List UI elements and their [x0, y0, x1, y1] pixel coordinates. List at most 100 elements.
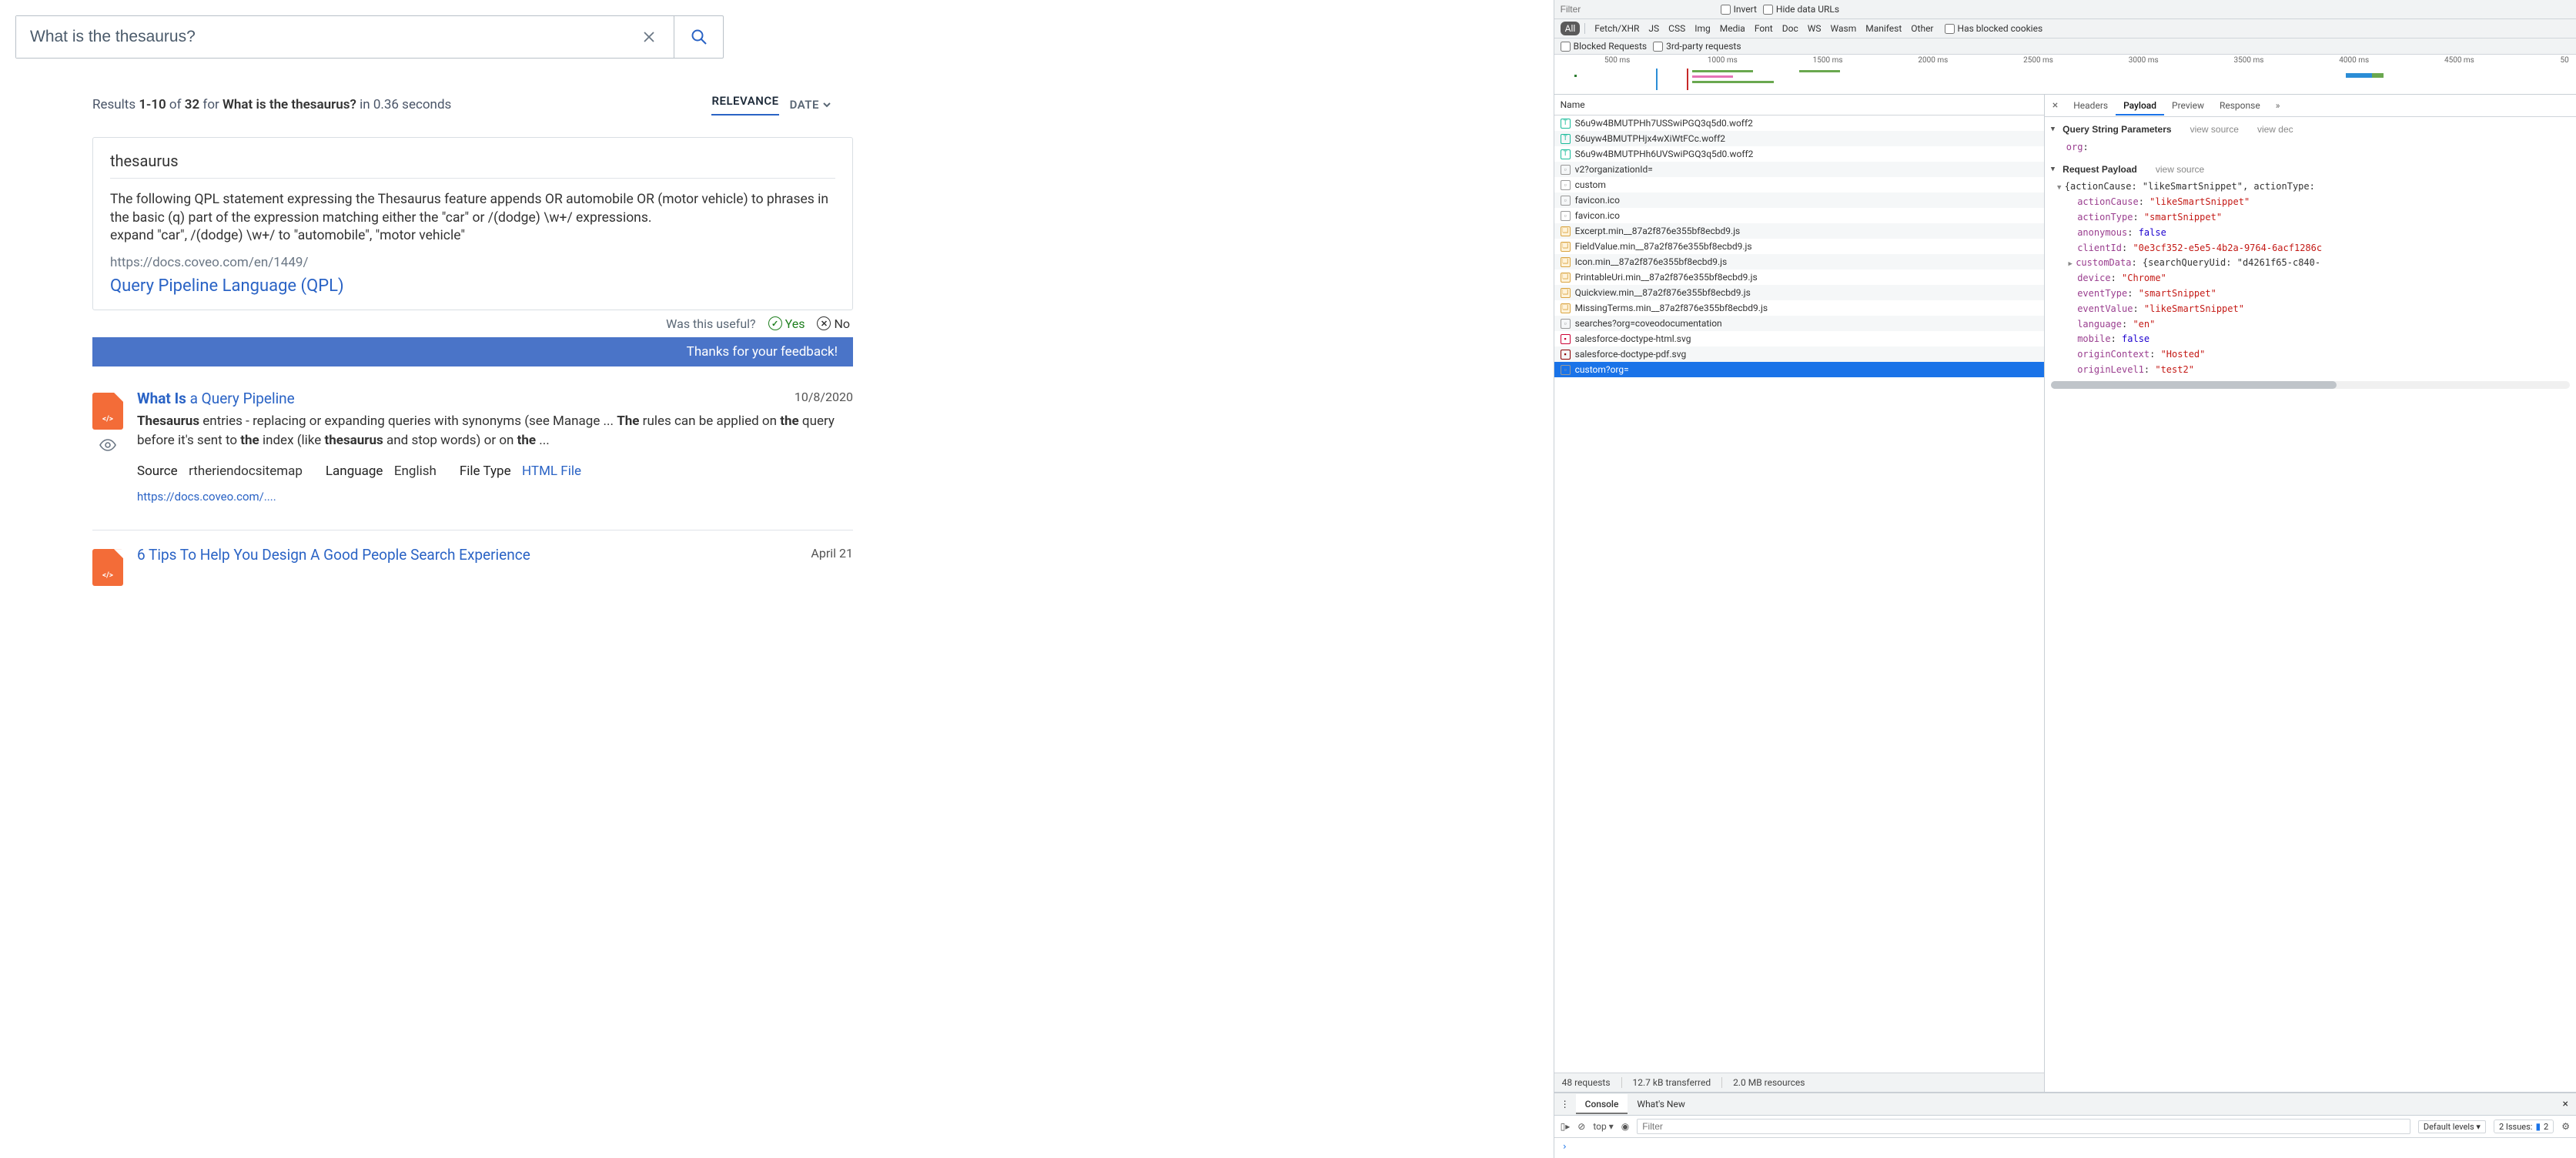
live-expression-button[interactable]: ◉ [1621, 1121, 1629, 1132]
close-detail-button[interactable]: × [2045, 95, 2066, 116]
payload-property: mobile: false [2045, 332, 2576, 347]
search-input[interactable] [16, 16, 624, 58]
feedback-yes[interactable]: ✓ Yes [768, 316, 805, 331]
hide-data-urls-checkbox[interactable]: Hide data URLs [1763, 4, 1839, 15]
request-type-icon: ▫ [1561, 165, 1571, 175]
request-row[interactable]: ▫custom?org= [1554, 362, 2044, 377]
console-filter-input[interactable] [1637, 1119, 2410, 1134]
detail-tab-response[interactable]: Response [2212, 95, 2268, 115]
horizontal-scrollbar[interactable] [2051, 381, 2570, 389]
request-row[interactable]: ▫searches?org=coveodocumentation [1554, 316, 2044, 331]
request-row[interactable]: TS6u9w4BMUTPHh7USSwiPGQ3q5d0.woff2 [1554, 115, 2044, 131]
request-type-icon: ▫ [1561, 365, 1571, 375]
issues-button[interactable]: 2 Issues: ▮2 [2494, 1120, 2554, 1133]
result-date: 10/8/2020 [795, 390, 853, 404]
type-filter-font[interactable]: Font [1750, 22, 1778, 35]
drawer-menu-icon[interactable]: ⋮ [1554, 1094, 1576, 1114]
type-filter-ws[interactable]: WS [1803, 22, 1826, 35]
request-row[interactable]: TS6u9w4BMUTPHh6UVSwiPGQ3q5d0.woff2 [1554, 146, 2044, 162]
feedback-no[interactable]: ✕ No [817, 316, 850, 331]
type-filter-img[interactable]: Img [1690, 22, 1715, 35]
request-type-icon: ▫ [1561, 196, 1571, 206]
request-row[interactable]: ❏MissingTerms.min__87a2f876e355bf8ecbd9.… [1554, 300, 2044, 316]
meta-label: Language [326, 464, 383, 479]
quickview-icon[interactable] [99, 436, 117, 454]
type-filter-all[interactable]: All [1561, 22, 1581, 35]
feedback-no-label: No [834, 316, 850, 331]
type-filter-doc[interactable]: Doc [1778, 22, 1803, 35]
close-drawer-button[interactable]: × [2555, 1093, 2576, 1115]
request-row[interactable]: ❏Icon.min__87a2f876e355bf8ecbd9.js [1554, 254, 2044, 269]
view-source-link[interactable]: view source [2156, 162, 2204, 178]
log-levels-selector[interactable]: Default levels ▾ [2418, 1120, 2486, 1133]
meta-label: File Type [460, 464, 511, 479]
network-timeline[interactable]: 500 ms1000 ms1500 ms2000 ms2500 ms3000 m… [1554, 55, 2576, 95]
type-filter-manifest[interactable]: Manifest [1861, 22, 1906, 35]
snippet-url: https://docs.coveo.com/en/1449/ [110, 255, 835, 270]
request-payload-section[interactable]: ▼ Request Payload view source [2045, 160, 2576, 180]
result-title-link[interactable]: 6 Tips To Help You Design A Good People … [137, 546, 530, 564]
console-settings-icon[interactable]: ⚙ [2561, 1121, 2570, 1132]
request-name: MissingTerms.min__87a2f876e355bf8ecbd9.j… [1575, 303, 1768, 313]
type-filter-fetch/xhr[interactable]: Fetch/XHR [1590, 22, 1644, 35]
request-name: FieldValue.min__87a2f876e355bf8ecbd9.js [1575, 241, 1752, 252]
detail-tab-payload[interactable]: Payload [2116, 95, 2164, 115]
summary-total: 32 [185, 97, 199, 112]
blocked-requests-checkbox[interactable]: Blocked Requests [1561, 41, 1647, 52]
meta-value-link[interactable]: HTML File [522, 464, 581, 479]
timeline-tick: 3000 ms [2129, 56, 2159, 65]
type-filter-wasm[interactable]: Wasm [1826, 22, 1862, 35]
request-type-icon: ❏ [1561, 242, 1571, 252]
timeline-tick: 4500 ms [2444, 56, 2474, 65]
invert-checkbox[interactable]: Invert [1721, 4, 1757, 15]
payload-property: actionCause: "likeSmartSnippet" [2045, 195, 2576, 210]
view-decoded-link[interactable]: view dec [2257, 122, 2293, 138]
request-row[interactable]: ❏Quickview.min__87a2f876e355bf8ecbd9.js [1554, 285, 2044, 300]
request-row[interactable]: ▫v2?organizationId= [1554, 162, 2044, 177]
context-selector[interactable]: top ▾ [1593, 1121, 1613, 1132]
type-filter-other[interactable]: Other [1906, 22, 1938, 35]
request-row[interactable]: ❏PrintableUri.min__87a2f876e355bf8ecbd9.… [1554, 269, 2044, 285]
third-party-checkbox[interactable]: 3rd-party requests [1653, 41, 1741, 52]
snippet-title: thesaurus [110, 152, 835, 179]
whats-new-tab[interactable]: What's New [1628, 1094, 1694, 1114]
console-tab[interactable]: Console [1576, 1094, 1628, 1114]
detail-tab-headers[interactable]: Headers [2066, 95, 2116, 115]
type-filter-css[interactable]: CSS [1664, 22, 1690, 35]
result-title-link[interactable]: What Is a Query Pipeline [137, 390, 295, 407]
status-requests: 48 requests [1562, 1077, 1622, 1088]
request-row[interactable]: TS6uyw4BMUTPHjx4wXiWtFCc.woff2 [1554, 131, 2044, 146]
request-row[interactable]: ▫favicon.ico [1554, 192, 2044, 208]
feedback-thanks: Thanks for your feedback! [92, 337, 853, 366]
clear-button[interactable] [624, 16, 674, 58]
view-source-link[interactable]: view source [2190, 122, 2239, 138]
console-sidebar-toggle[interactable]: ▯▸ [1561, 1121, 1571, 1132]
snippet-source-link[interactable]: Query Pipeline Language (QPL) [110, 276, 344, 296]
has-blocked-cookies-checkbox[interactable]: Has blocked cookies [1945, 23, 2043, 34]
sort-relevance[interactable]: RELEVANCE [711, 94, 778, 115]
request-name: PrintableUri.min__87a2f876e355bf8ecbd9.j… [1575, 272, 1758, 283]
qsp-section[interactable]: ▼ Query String Parameters view source vi… [2045, 120, 2576, 140]
request-row[interactable]: ❏Excerpt.min__87a2f876e355bf8ecbd9.js [1554, 223, 2044, 239]
request-scroll[interactable]: TS6u9w4BMUTPHh7USSwiPGQ3q5d0.woff2TS6uyw… [1554, 115, 2044, 1073]
type-filter-js[interactable]: JS [1644, 22, 1664, 35]
request-row[interactable]: ▫favicon.ico [1554, 208, 2044, 223]
type-filter-media[interactable]: Media [1715, 22, 1750, 35]
sort-tabs: RELEVANCE DATE [711, 94, 831, 115]
request-row[interactable]: ▪salesforce-doctype-pdf.svg [1554, 346, 2044, 362]
request-row[interactable]: ▫custom [1554, 177, 2044, 192]
smart-snippet: thesaurus The following QPL statement ex… [92, 137, 853, 310]
close-icon [641, 29, 657, 45]
timeline-tick: 1000 ms [1708, 56, 1738, 65]
request-name: salesforce-doctype-html.svg [1575, 333, 1691, 344]
sort-date[interactable]: DATE [790, 94, 831, 115]
clear-console-button[interactable]: ⊘ [1577, 1121, 1585, 1132]
more-tabs-icon[interactable]: » [2268, 95, 2288, 115]
search-button[interactable] [674, 16, 723, 58]
network-filter-input[interactable] [1561, 2, 1715, 16]
result-uri[interactable]: https://docs.coveo.com/.... [137, 490, 853, 504]
console-output[interactable]: › [1554, 1138, 2576, 1158]
detail-tab-preview[interactable]: Preview [2164, 95, 2212, 115]
request-row[interactable]: ▪salesforce-doctype-html.svg [1554, 331, 2044, 346]
request-row[interactable]: ❏ FieldValue.min__87a2f876e355bf8ecbd9.js [1554, 239, 2044, 254]
